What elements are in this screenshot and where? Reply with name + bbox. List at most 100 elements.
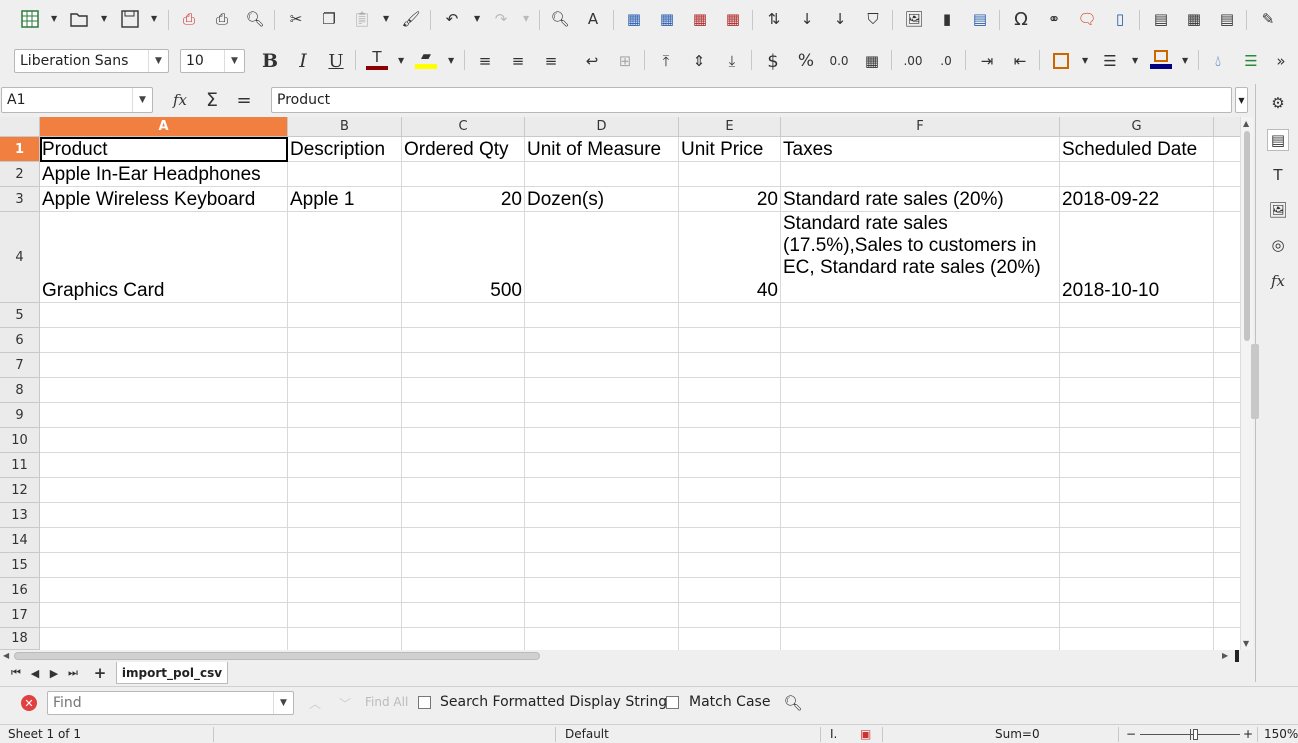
row-header[interactable]: 5 [0, 303, 40, 328]
styles-icon[interactable]: ☰ [1240, 50, 1262, 72]
chevron-down-icon[interactable]: ▼ [51, 14, 59, 23]
align-top-icon[interactable]: ⤒ [655, 50, 677, 72]
export-pdf-icon[interactable]: ⎙ [178, 8, 200, 30]
find-next-icon[interactable]: ﹀ [334, 692, 356, 714]
last-sheet-icon[interactable]: ⏭ [62, 662, 84, 684]
font-color-icon[interactable]: T [366, 48, 388, 70]
chevron-down-icon[interactable]: ▼ [151, 14, 159, 23]
find-input[interactable]: ▼ [47, 691, 294, 715]
gallery-icon[interactable]: 🖼︎ [1267, 199, 1289, 221]
comment-icon[interactable]: 🗨︎ [1076, 8, 1098, 30]
font-size-box[interactable]: 10 ▼ [180, 49, 245, 73]
row-header[interactable]: 17 [0, 603, 40, 628]
find-replace-dialog-icon[interactable]: 🔍︎ [782, 692, 804, 714]
column-header[interactable]: C [402, 117, 525, 137]
close-find-icon[interactable]: ✕ [21, 695, 37, 711]
horizontal-scroll-thumb[interactable] [14, 652, 540, 660]
new-spreadsheet-icon[interactable] [19, 8, 41, 30]
column-header[interactable]: E [679, 117, 781, 137]
horizontal-scrollbar[interactable]: ◀ ▶ [0, 650, 1253, 662]
print-icon[interactable]: ⎙ [211, 8, 233, 30]
align-bottom-icon[interactable]: ⤓ [721, 50, 743, 72]
row-icon[interactable]: ▦ [623, 8, 645, 30]
column-header[interactable]: A [40, 117, 288, 137]
cell-a3[interactable]: Apple Wireless Keyboard [40, 187, 288, 212]
row-header[interactable]: 13 [0, 503, 40, 528]
expand-formula-button[interactable]: ▼ [1235, 87, 1248, 113]
italic-icon[interactable]: I [292, 50, 314, 72]
row-header[interactable]: 10 [0, 428, 40, 453]
pivot-table-icon[interactable]: ▤ [969, 8, 991, 30]
define-print-area-icon[interactable]: ▤ [1150, 8, 1172, 30]
sheet-tab[interactable]: import_pol_csv [116, 662, 228, 684]
chevron-down-icon[interactable]: ▼ [224, 50, 244, 72]
cell-d4[interactable] [525, 212, 679, 303]
row-header[interactable]: 16 [0, 578, 40, 603]
chevron-down-icon[interactable]: ▼ [101, 14, 109, 23]
conditional-format-icon[interactable]: 💧︎ [1207, 50, 1229, 72]
formula-icon[interactable]: = [233, 89, 255, 111]
delete-decimal-icon[interactable]: .0 [935, 50, 957, 72]
chevron-down-icon[interactable]: ▼ [523, 14, 531, 23]
styles-sidebar-icon[interactable]: T [1267, 164, 1289, 186]
row-header[interactable]: 12 [0, 478, 40, 503]
date-format-icon[interactable]: ▦ [861, 50, 883, 72]
functions-sidebar-icon[interactable]: fx [1267, 270, 1289, 292]
clone-formatting-icon[interactable]: 🖌︎ [400, 8, 422, 30]
cell-d3[interactable]: Dozen(s) [525, 187, 679, 212]
name-box[interactable]: A1 ▼ [1, 87, 153, 113]
toolbar-overflow-icon[interactable]: » [1270, 50, 1292, 72]
freeze-icon[interactable]: ▦ [1183, 8, 1205, 30]
delete-row-icon[interactable]: ▦ [689, 8, 711, 30]
column-icon[interactable]: ▦ [656, 8, 678, 30]
cell-g1[interactable]: Scheduled Date [1060, 137, 1214, 162]
autofilter-icon[interactable]: ⛉ [862, 8, 884, 30]
save-icon[interactable] [119, 8, 141, 30]
row-header[interactable]: 6 [0, 328, 40, 353]
cell-e3[interactable]: 20 [679, 187, 781, 212]
cell-c4[interactable]: 500 [402, 212, 525, 303]
undo-icon[interactable]: ↶ [441, 8, 463, 30]
print-preview-icon[interactable]: 🔍︎ [244, 8, 266, 30]
spelling-icon[interactable]: A [582, 8, 604, 30]
cell-f4[interactable]: Standard rate sales (17.5%),Sales to cus… [781, 212, 1060, 303]
bold-icon[interactable]: B [259, 50, 281, 72]
sidebar-settings-icon[interactable]: ⚙︎ [1267, 92, 1289, 114]
cell-a2[interactable]: Apple In-Ear Headphones [40, 162, 288, 187]
cell-a4[interactable]: Graphics Card [40, 212, 288, 303]
row-header[interactable]: 18 [0, 628, 40, 650]
headers-footers-icon[interactable]: ▯ [1109, 8, 1131, 30]
scroll-left-icon[interactable]: ◀ [3, 651, 9, 660]
function-wizard-icon[interactable]: fx [169, 89, 191, 111]
find-previous-icon[interactable]: ︿ [304, 692, 326, 714]
row-header[interactable]: 9 [0, 403, 40, 428]
select-all-corner[interactable] [0, 117, 40, 137]
chevron-down-icon[interactable]: ▼ [448, 56, 456, 65]
sort-descending-icon[interactable]: ↓ [829, 8, 851, 30]
scroll-up-icon[interactable]: ▲ [1243, 119, 1249, 128]
zoom-slider-handle[interactable] [1193, 729, 1198, 740]
find-all-button[interactable]: Find All [365, 695, 408, 709]
chevron-down-icon[interactable]: ▼ [398, 56, 406, 65]
align-left-icon[interactable]: ≡ [474, 50, 496, 72]
hyperlink-icon[interactable]: ⚭ [1043, 8, 1065, 30]
add-decimal-icon[interactable]: .00 [902, 50, 924, 72]
delete-column-icon[interactable]: ▦ [722, 8, 744, 30]
center-vertically-icon[interactable]: ⇕ [688, 50, 710, 72]
row-header[interactable]: 15 [0, 553, 40, 578]
cell-g2[interactable] [1060, 162, 1214, 187]
row-header[interactable]: 2 [0, 162, 40, 187]
open-icon[interactable] [68, 8, 90, 30]
column-header[interactable]: F [781, 117, 1060, 137]
borders-icon[interactable] [1050, 50, 1072, 72]
cut-icon[interactable]: ✂ [285, 8, 307, 30]
find-input-text[interactable] [53, 695, 253, 711]
zoom-level[interactable]: 150% [1264, 727, 1298, 741]
document-modified-icon[interactable]: ▣ [860, 727, 871, 741]
cell-f3[interactable]: Standard rate sales (20%) [781, 187, 1060, 212]
cell-c3[interactable]: 20 [402, 187, 525, 212]
insert-mode-icon[interactable]: I. [830, 727, 837, 741]
find-replace-icon[interactable]: 🔍︎ [549, 8, 571, 30]
formula-input[interactable]: Product [271, 87, 1232, 113]
zoom-out-icon[interactable]: − [1126, 727, 1136, 741]
